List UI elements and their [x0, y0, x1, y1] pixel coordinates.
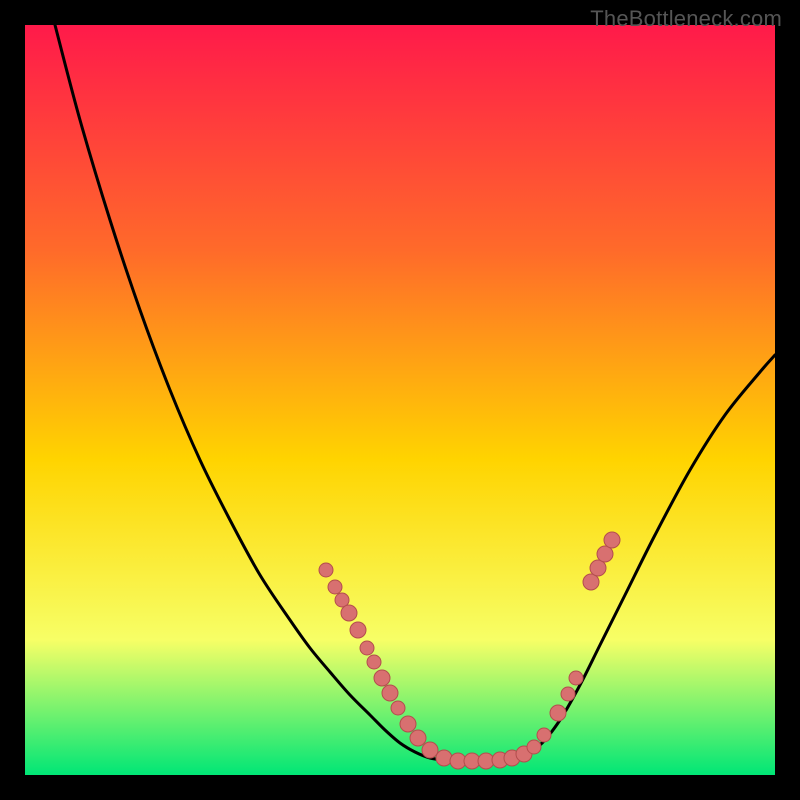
data-dot	[374, 670, 390, 686]
data-dot	[391, 701, 405, 715]
data-dot	[561, 687, 575, 701]
data-dot	[436, 750, 452, 766]
data-dot	[350, 622, 366, 638]
data-dot	[537, 728, 551, 742]
chart-frame: TheBottleneck.com	[0, 0, 800, 800]
data-dot	[583, 574, 599, 590]
data-dot	[569, 671, 583, 685]
data-dot	[400, 716, 416, 732]
data-dot	[590, 560, 606, 576]
bottleneck-chart	[0, 0, 800, 800]
data-dot	[360, 641, 374, 655]
data-dot	[527, 740, 541, 754]
data-dot	[328, 580, 342, 594]
data-dot	[550, 705, 566, 721]
data-dot	[604, 532, 620, 548]
data-dot	[382, 685, 398, 701]
watermark-text: TheBottleneck.com	[590, 6, 782, 32]
data-dot	[367, 655, 381, 669]
data-dot	[410, 730, 426, 746]
data-dot	[597, 546, 613, 562]
data-dot	[341, 605, 357, 621]
gradient-plot-area	[25, 25, 775, 775]
data-dot	[319, 563, 333, 577]
data-dot	[422, 742, 438, 758]
